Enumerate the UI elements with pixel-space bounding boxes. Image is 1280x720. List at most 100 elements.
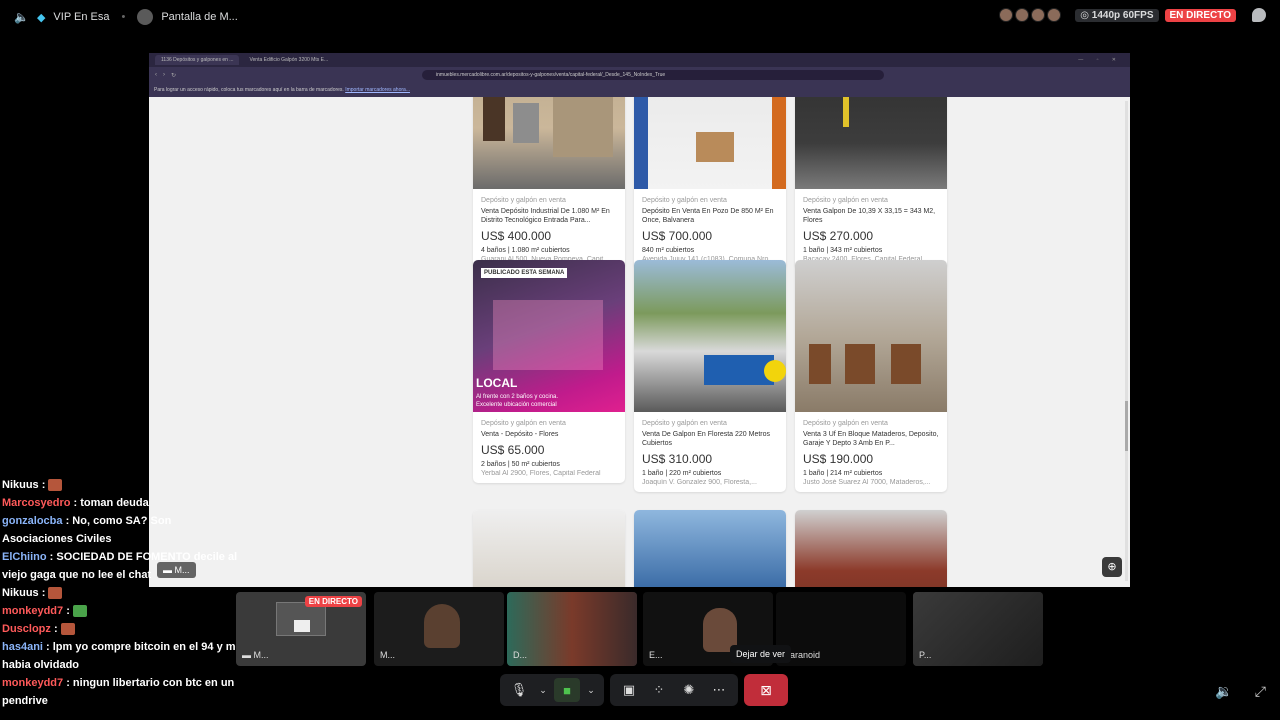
- participant-name: E...: [649, 650, 663, 660]
- page-scrollbar[interactable]: [1125, 101, 1128, 581]
- channel-name[interactable]: VIP En Esa: [53, 11, 109, 23]
- soundboard-icon[interactable]: ✺: [676, 678, 702, 702]
- camera-icon[interactable]: ■: [554, 678, 580, 702]
- listing-photo: [634, 97, 786, 189]
- listing-category: Depósito y galpón en venta: [803, 420, 888, 427]
- chat-username[interactable]: monkeydd7: [2, 677, 63, 689]
- screen-share-icon[interactable]: ▣: [616, 678, 642, 702]
- listing-title[interactable]: Depósito En Venta En Pozo De 850 M² En O…: [642, 207, 778, 225]
- listing-photo: [473, 97, 625, 189]
- microphone-icon[interactable]: 🎙: [506, 678, 532, 702]
- photo-overlay-caption: Al frente con 2 baños y cocina. Excelent…: [476, 393, 558, 409]
- participant-tile[interactable]: D...: [507, 592, 637, 666]
- listing-photo: PUBLICADO ESTA SEMANA LOCAL Al frente co…: [473, 260, 625, 412]
- listing-category: Depósito y galpón en venta: [481, 420, 566, 427]
- browser-tab[interactable]: Venta Edificio Galpón 3200 Mts E...: [243, 55, 331, 65]
- chat-username[interactable]: Marcosyedro: [2, 497, 70, 509]
- listing-photo: [795, 260, 947, 412]
- listing-card[interactable]: Depósito y galpón en venta Venta Depósit…: [473, 97, 625, 269]
- listing-title[interactable]: Venta - Depósito - Flores: [481, 430, 617, 439]
- chat-message: Nikuus :: [2, 584, 242, 602]
- listing-price: US$ 190.000: [803, 452, 874, 466]
- listing-card[interactable]: PUBLICADO ESTA SEMANA LOCAL Al frente co…: [473, 260, 625, 483]
- participant-tile[interactable]: aranoid: [776, 592, 906, 666]
- listing-address: Joaquín V. Gonzalez 900, Floresta,...: [642, 479, 757, 486]
- chat-username[interactable]: Nikuus: [2, 479, 39, 491]
- call-controls: 🎙 ⌄ ■ ⌄ ▣ ⁘ ✺ ⋯ ⊠: [500, 674, 788, 706]
- stop-watching-button[interactable]: ⊠: [744, 674, 788, 706]
- chevron-down-icon[interactable]: ⌄: [584, 678, 598, 702]
- listing-title[interactable]: Venta De Galpon En Floresta 220 Metros C…: [642, 430, 778, 448]
- more-options-icon[interactable]: ⋯: [706, 678, 732, 702]
- listing-title[interactable]: Venta Galpon De 10,39 X 33,15 = 343 M2, …: [803, 207, 939, 225]
- chat-username[interactable]: Nikuus: [2, 587, 39, 599]
- photo-overlay-title: LOCAL: [476, 376, 518, 390]
- diamond-icon: ◆: [36, 11, 46, 24]
- participant-tile[interactable]: P...: [913, 592, 1043, 666]
- browser-tab[interactable]: 1136 Depósitos y galpones en ...: [155, 55, 240, 65]
- participant-tile[interactable]: EN DIRECTO ▬ M...: [236, 592, 366, 666]
- zoom-icon[interactable]: ⊕: [1102, 557, 1122, 577]
- viewer-avatars[interactable]: [999, 8, 1062, 22]
- chevron-down-icon[interactable]: ⌄: [536, 678, 550, 702]
- import-bookmarks-link[interactable]: Importar marcadores ahora...: [345, 87, 410, 93]
- speaker-icon[interactable]: 🔈: [14, 10, 29, 24]
- back-icon[interactable]: ‹: [155, 72, 157, 78]
- media-controls: 🎙 ⌄ ■ ⌄: [500, 674, 604, 706]
- listing-card[interactable]: Depósito y galpón en venta Venta Galpon …: [795, 97, 947, 269]
- browser-nav-bar: ‹ › ↻ inmuebles.mercadolibre.com.ar/depo…: [149, 67, 1130, 83]
- listing-price: US$ 310.000: [642, 452, 713, 466]
- chat-icon[interactable]: [1252, 8, 1266, 22]
- forward-icon[interactable]: ›: [163, 72, 165, 78]
- activities-icon[interactable]: ⁘: [646, 678, 672, 702]
- top-bar-left: 🔈 ◆ VIP En Esa • Pantalla de M...: [0, 9, 238, 25]
- url-bar[interactable]: inmuebles.mercadolibre.com.ar/depositos-…: [422, 70, 884, 80]
- top-bar-right: ◎ 1440p 60FPS EN DIRECTO: [999, 8, 1266, 22]
- avatar: [1015, 8, 1030, 22]
- reload-icon[interactable]: ↻: [171, 72, 176, 79]
- participant-tile[interactable]: M...: [374, 592, 504, 666]
- window-controls[interactable]: — ▫ ✕: [1078, 57, 1122, 63]
- listing-specs: 1 baño | 343 m² cubiertos: [803, 247, 883, 254]
- listing-category: Depósito y galpón en venta: [803, 197, 888, 204]
- chat-overlay: Nikuus : Marcosyedro : toman deuda gonzal…: [2, 476, 242, 710]
- fullscreen-icon[interactable]: ⤢: [1255, 683, 1266, 700]
- listing-title[interactable]: Venta Depósito Industrial De 1.080 M² En…: [481, 207, 617, 225]
- chat-text: toman deuda: [80, 497, 149, 509]
- caption-line: Excelente ubicación comercial: [476, 402, 557, 408]
- chat-username[interactable]: gonzalocba: [2, 515, 63, 527]
- stream-title[interactable]: Pantalla de M...: [161, 11, 237, 23]
- scrollbar-thumb[interactable]: [1125, 401, 1128, 451]
- listing-card[interactable]: Depósito y galpón en venta Venta 3 Uf En…: [795, 260, 947, 492]
- volume-icon[interactable]: 🔉: [1215, 683, 1232, 700]
- chat-message: gonzalocba : No, como SA? Son Asociacion…: [2, 515, 172, 545]
- avatar: [1047, 8, 1062, 22]
- listing-card[interactable]: [634, 510, 786, 587]
- avatar: [999, 8, 1014, 22]
- chat-message: monkeydd7 :: [2, 602, 242, 620]
- listing-card[interactable]: [473, 510, 625, 587]
- listing-photo: [795, 97, 947, 189]
- chat-username[interactable]: has4ani: [2, 641, 43, 653]
- chat-message: ElChiino : SOCIEDAD DE FOMENTO decile al…: [2, 551, 238, 581]
- chat-username[interactable]: Dusclopz: [2, 623, 51, 635]
- stop-watching-icon: ⊠: [760, 681, 772, 698]
- listing-photo: [634, 260, 786, 412]
- quality-badge: ◎ 1440p 60FPS: [1075, 8, 1159, 22]
- listing-specs: 1 baño | 214 m² cubiertos: [803, 470, 883, 477]
- chat-username[interactable]: ElChiino: [2, 551, 47, 563]
- listing-title[interactable]: Venta 3 Uf En Bloque Mataderos, Deposito…: [803, 430, 939, 448]
- listing-address: Justo José Suarez Al 7000, Mataderos,...: [803, 479, 931, 486]
- listing-card[interactable]: Depósito y galpón en venta Venta De Galp…: [634, 260, 786, 492]
- listing-category: Depósito y galpón en venta: [642, 197, 727, 204]
- listing-category: Depósito y galpón en venta: [481, 197, 566, 204]
- quality-label: 1440p 60FPS: [1091, 9, 1154, 21]
- listing-photo: [795, 510, 947, 587]
- emote-icon: [48, 479, 63, 492]
- listing-card[interactable]: [795, 510, 947, 587]
- chat-username[interactable]: monkeydd7: [2, 605, 63, 617]
- emote-icon: [48, 587, 63, 600]
- top-bar: 🔈 ◆ VIP En Esa • Pantalla de M... ◎ 1440…: [0, 0, 1280, 34]
- listing-specs: 840 m² cubiertos: [642, 247, 695, 254]
- listing-card[interactable]: Depósito y galpón en venta Depósito En V…: [634, 97, 786, 269]
